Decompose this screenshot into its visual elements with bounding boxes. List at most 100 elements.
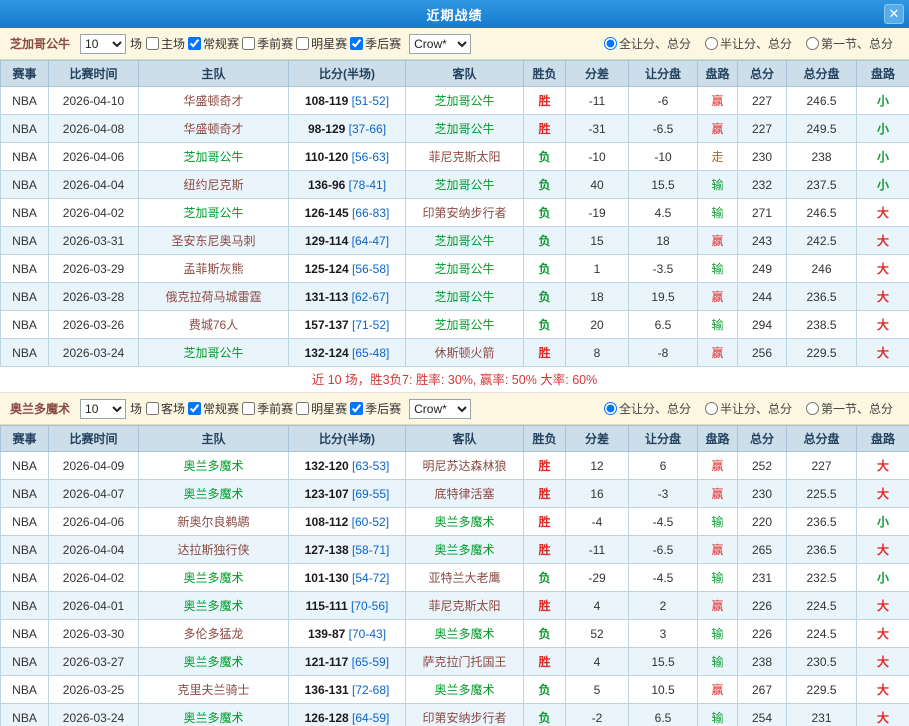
handicap-cell: -3 [629, 480, 698, 508]
diff-cell: 52 [566, 620, 629, 648]
column-header: 赛事 [1, 426, 49, 452]
home-team-cell: 费城76人 [139, 311, 289, 339]
radio-input[interactable] [806, 37, 819, 50]
radio-input[interactable] [604, 37, 617, 50]
score-text: 125-124 [305, 262, 349, 276]
handicap-cell: -6 [629, 87, 698, 115]
date-cell: 2026-04-01 [49, 592, 139, 620]
team-section-magic: 奥兰多魔术 10 场 客场常规赛季前赛明星赛季后赛 Crow* 全让分、总分半让… [0, 393, 909, 726]
checkbox-input[interactable] [350, 37, 363, 50]
diff-cell: -10 [566, 143, 629, 171]
filter-checkbox-常规赛[interactable]: 常规赛 [188, 35, 239, 52]
filter-checkbox-常规赛[interactable]: 常规赛 [188, 400, 239, 417]
handicap-result-cell: 输 [698, 255, 738, 283]
filter-checkbox-主场[interactable]: 主场 [146, 35, 185, 52]
scope-radio-1[interactable]: 半让分、总分 [705, 400, 792, 417]
game-row: NBA2026-04-02奥兰多魔术101-130 [54-72]亚特兰大老鹰负… [1, 564, 909, 592]
over-under-cell: 大 [857, 199, 909, 227]
total-cell: 244 [738, 283, 787, 311]
game-row: NBA2026-03-25克里夫兰骑士136-131 [72-68]奥兰多魔术负… [1, 676, 909, 704]
checkbox-input[interactable] [242, 37, 255, 50]
column-header: 比分(半场) [289, 426, 406, 452]
total-line-cell: 246.5 [787, 199, 857, 227]
game-count-select[interactable]: 10 [80, 399, 126, 419]
scope-radio-0[interactable]: 全让分、总分 [604, 35, 691, 52]
filter-bar: 奥兰多魔术 10 场 客场常规赛季前赛明星赛季后赛 Crow* 全让分、总分半让… [0, 393, 909, 425]
handicap-cell: 15.5 [629, 171, 698, 199]
game-count-select[interactable]: 10 [80, 34, 126, 54]
total-cell: 230 [738, 480, 787, 508]
summary-row: 近 10 场，胜3负7: 胜率: 30%, 赢率: 50% 大率: 60% [0, 367, 909, 393]
date-cell: 2026-03-27 [49, 648, 139, 676]
away-team-cell: 芝加哥公牛 [406, 171, 524, 199]
away-team-cell: 芝加哥公牛 [406, 87, 524, 115]
score-text: 98-129 [308, 122, 345, 136]
scope-radio-0[interactable]: 全让分、总分 [604, 400, 691, 417]
handicap-cell: -4.5 [629, 508, 698, 536]
handicap-cell: 15.5 [629, 648, 698, 676]
home-team-cell: 克里夫兰骑士 [139, 676, 289, 704]
handicap-cell: 4.5 [629, 199, 698, 227]
checkbox-input[interactable] [242, 402, 255, 415]
diff-cell: 40 [566, 171, 629, 199]
score-cell: 139-87 [70-43] [289, 620, 406, 648]
handicap-result-cell: 输 [698, 564, 738, 592]
score-cell: 101-130 [54-72] [289, 564, 406, 592]
radio-label: 全让分、总分 [619, 35, 691, 52]
filter-checkbox-季前赛[interactable]: 季前赛 [242, 400, 293, 417]
total-cell: 230 [738, 143, 787, 171]
bookmaker-select[interactable]: Crow* [409, 34, 471, 54]
score-text: 132-120 [305, 459, 349, 473]
close-icon[interactable]: ✕ [884, 4, 904, 24]
column-header: 客队 [406, 426, 524, 452]
away-team-cell: 芝加哥公牛 [406, 115, 524, 143]
handicap-result-cell: 走 [698, 143, 738, 171]
checkbox-input[interactable] [188, 402, 201, 415]
league-cell: NBA [1, 143, 49, 171]
column-header: 总分盘 [787, 426, 857, 452]
away-team-cell: 芝加哥公牛 [406, 255, 524, 283]
bookmaker-select[interactable]: Crow* [409, 399, 471, 419]
filter-bar: 芝加哥公牛 10 场 主场常规赛季前赛明星赛季后赛 Crow* 全让分、总分半让… [0, 28, 909, 60]
score-cell: 132-120 [63-53] [289, 452, 406, 480]
scope-radio-2[interactable]: 第一节、总分 [806, 400, 893, 417]
total-line-cell: 246.5 [787, 87, 857, 115]
radio-input[interactable] [705, 37, 718, 50]
filter-checkbox-季后赛[interactable]: 季后赛 [350, 400, 401, 417]
result-cell: 负 [524, 311, 566, 339]
half-score-text: [62-67] [348, 290, 389, 304]
filter-checkbox-明星赛[interactable]: 明星赛 [296, 400, 347, 417]
date-cell: 2026-04-07 [49, 480, 139, 508]
checkbox-input[interactable] [146, 37, 159, 50]
radio-input[interactable] [604, 402, 617, 415]
checkbox-input[interactable] [188, 37, 201, 50]
diff-cell: -2 [566, 704, 629, 726]
score-text: 131-113 [305, 290, 348, 304]
diff-cell: -11 [566, 87, 629, 115]
result-cell: 胜 [524, 339, 566, 367]
checkbox-input[interactable] [350, 402, 363, 415]
home-team-cell: 奥兰多魔术 [139, 480, 289, 508]
radio-input[interactable] [705, 402, 718, 415]
checkbox-input[interactable] [296, 37, 309, 50]
filter-checkbox-季后赛[interactable]: 季后赛 [350, 35, 401, 52]
total-cell: 227 [738, 87, 787, 115]
filter-checkbox-客场[interactable]: 客场 [146, 400, 185, 417]
game-row: NBA2026-03-28俄克拉荷马城雷霆131-113 [62-67]芝加哥公… [1, 283, 909, 311]
game-row: NBA2026-04-01奥兰多魔术115-111 [70-56]菲尼克斯太阳胜… [1, 592, 909, 620]
filter-checkbox-明星赛[interactable]: 明星赛 [296, 35, 347, 52]
checkbox-input[interactable] [296, 402, 309, 415]
scope-radios: 全让分、总分半让分、总分第一节、总分 [604, 400, 899, 417]
checkbox-input[interactable] [146, 402, 159, 415]
scope-radio-2[interactable]: 第一节、总分 [806, 35, 893, 52]
handicap-cell: -8 [629, 339, 698, 367]
radio-input[interactable] [806, 402, 819, 415]
over-under-cell: 大 [857, 536, 909, 564]
filter-checkbox-季前赛[interactable]: 季前赛 [242, 35, 293, 52]
total-line-cell: 225.5 [787, 480, 857, 508]
over-under-cell: 大 [857, 255, 909, 283]
handicap-cell: 6.5 [629, 704, 698, 726]
scope-radio-1[interactable]: 半让分、总分 [705, 35, 792, 52]
scope-radios: 全让分、总分半让分、总分第一节、总分 [604, 35, 899, 52]
column-header: 主队 [139, 426, 289, 452]
